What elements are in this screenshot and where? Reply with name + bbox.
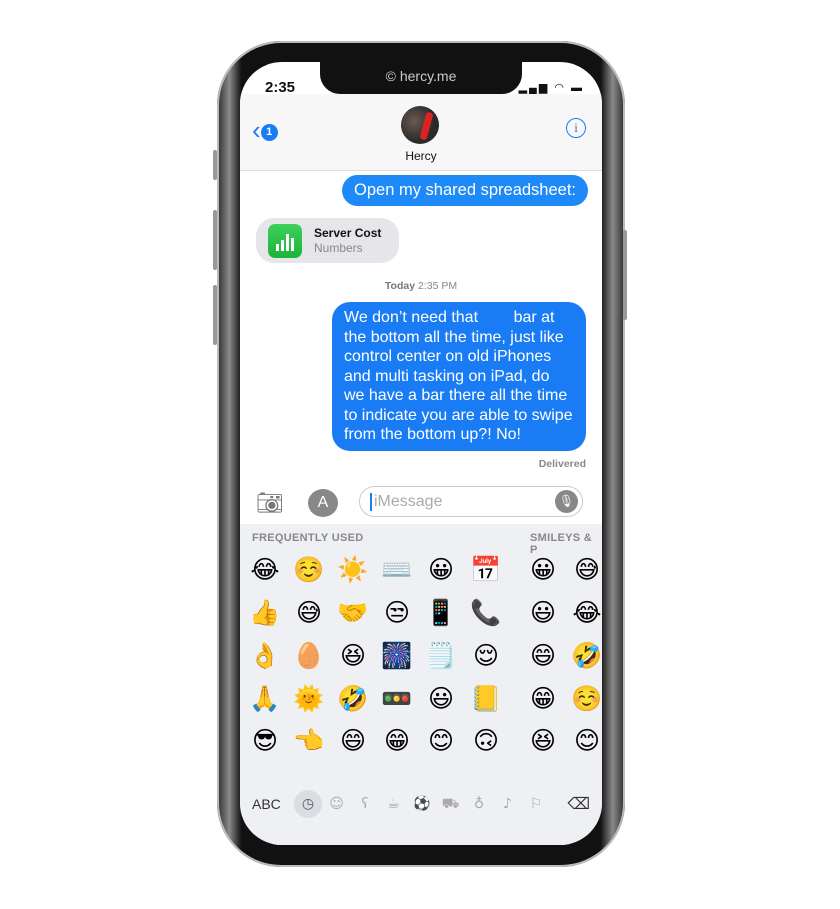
emoji-key[interactable]: 😊 [567, 724, 602, 758]
emoji-key[interactable]: 🚥 [377, 682, 417, 716]
emoji-key[interactable]: 😀 [421, 553, 461, 587]
notch: © hercy.me [320, 62, 522, 94]
emoji-key[interactable]: 😁 [523, 682, 563, 716]
smiley-icon[interactable]: ☺ [323, 790, 351, 818]
emoji-key[interactable]: 😒 [377, 596, 417, 630]
section-frequently-used: FREQUENTLY USED [252, 532, 364, 544]
info-icon[interactable]: i [566, 118, 586, 138]
message-bubble-outgoing: Open my shared spreadsheet: [342, 175, 588, 206]
emoji-key[interactable]: 🙏 [245, 682, 285, 716]
emoji-key[interactable]: 😃 [421, 682, 461, 716]
emoji-key[interactable]: 📅 [466, 553, 506, 587]
emoji-key[interactable]: 👍 [245, 596, 285, 630]
emoji-key[interactable]: 👈 [289, 724, 329, 758]
emoji-key[interactable]: 😄 [523, 639, 563, 673]
emoji-key[interactable]: 🤣 [333, 682, 373, 716]
attachment-title: Server Cost [314, 226, 382, 240]
food-icon[interactable]: ☕ [380, 790, 408, 818]
emoji-key[interactable]: ☺️ [289, 553, 329, 587]
emoji-key[interactable]: 📞 [466, 596, 506, 630]
avatar[interactable] [401, 106, 439, 144]
attachment-bubble[interactable]: Server Cost Numbers [256, 218, 399, 263]
emoji-key[interactable]: 😁 [377, 724, 417, 758]
delete-icon[interactable]: ⌫ [567, 794, 590, 813]
back-button[interactable]: ‹ 1 [252, 117, 278, 143]
emoji-key[interactable]: 😂 [245, 553, 285, 587]
emoji-key[interactable]: 😆 [523, 724, 563, 758]
conversation-header: ‹ 1 Hercy i [240, 94, 602, 171]
emoji-keyboard: FREQUENTLY USED SMILEYS & P 😂 ☺️ ☀️ ⌨️ 😀 📅 😀 😅 👍… [240, 524, 602, 845]
emoji-key[interactable]: 🤝 [333, 596, 373, 630]
message-bubble-outgoing: We don’t need that bar at the bottom all… [332, 302, 586, 451]
emoji-key[interactable]: ☺️ [567, 682, 602, 716]
unread-badge: 1 [260, 123, 278, 141]
watermark: © hercy.me [385, 68, 457, 84]
flag-icon[interactable]: ⚐ [522, 790, 550, 818]
timestamp-time: 2:35 PM [417, 280, 458, 292]
emoji-key[interactable]: 😎 [245, 724, 285, 758]
emoji-key[interactable]: 🗒️ [421, 639, 461, 673]
emoji-key[interactable]: 😅 [567, 553, 602, 587]
contact-name[interactable]: Hercy [240, 149, 602, 163]
emoji-key[interactable]: 👌 [245, 639, 285, 673]
microphone-icon[interactable]: 🎙︎ [555, 490, 578, 513]
emoji-key[interactable]: 😊 [421, 724, 461, 758]
emoji-key[interactable]: 😂 [567, 596, 602, 630]
emoji-key[interactable]: 😆 [333, 639, 373, 673]
emoji-key[interactable]: 😃 [523, 596, 563, 630]
screen: 2:35 © hercy.me ▂▄▆ ◠ ▬ ‹ 1 Hercy i Open … [240, 62, 602, 845]
timestamp: Today 2:35 PM [240, 280, 602, 292]
emoji-key[interactable]: ⌨️ [377, 553, 417, 587]
side-button [623, 230, 627, 320]
emoji-key[interactable]: 😌 [466, 639, 506, 673]
keyboard-category-bar: ABC ◷ ☺ ʕ ☕ ⚽ ⛟ ♁ ♪ ⚐ ⌫ [240, 786, 602, 822]
volume-down-button [213, 285, 217, 345]
message-placeholder: iMessage [370, 493, 442, 511]
app-store-icon[interactable]: A [308, 489, 338, 517]
bear-icon[interactable]: ʕ [351, 790, 379, 818]
emoji-key[interactable]: 🤣 [567, 639, 602, 673]
delivery-status: Delivered [538, 458, 586, 470]
timestamp-day: Today [384, 280, 416, 292]
emoji-key[interactable]: 📒 [466, 682, 506, 716]
ball-icon[interactable]: ⚽ [408, 790, 436, 818]
emoji-key[interactable]: 😄 [333, 724, 373, 758]
emoji-key[interactable]: 😀 [523, 553, 563, 587]
emoji-key[interactable]: 🙃 [466, 724, 506, 758]
mute-switch [213, 150, 217, 180]
status-icons: ▂▄▆ ◠ ▬ [518, 82, 584, 94]
emoji-key[interactable]: 🎆 [377, 639, 417, 673]
emoji-key[interactable]: ☀️ [333, 553, 373, 587]
emoji-key[interactable]: 📱 [421, 596, 461, 630]
camera-icon[interactable]: 📷︎ [256, 490, 284, 516]
chevron-left-icon: ‹ [252, 115, 261, 145]
volume-up-button [213, 210, 217, 270]
emoji-key[interactable]: 😅 [289, 596, 329, 630]
clock-icon[interactable]: ◷ [294, 790, 322, 818]
emoji-key[interactable]: 🥚 [289, 639, 329, 673]
attachment-subtitle: Numbers [314, 241, 363, 255]
abc-button[interactable]: ABC [252, 796, 281, 812]
symbols-icon[interactable]: ♪ [494, 790, 522, 818]
numbers-app-icon [268, 224, 302, 258]
car-icon[interactable]: ⛟ [437, 790, 465, 818]
emoji-key[interactable]: 🌞 [289, 682, 329, 716]
bulb-icon[interactable]: ♁ [465, 790, 493, 818]
message-input[interactable]: iMessage 🎙︎ [359, 486, 583, 517]
